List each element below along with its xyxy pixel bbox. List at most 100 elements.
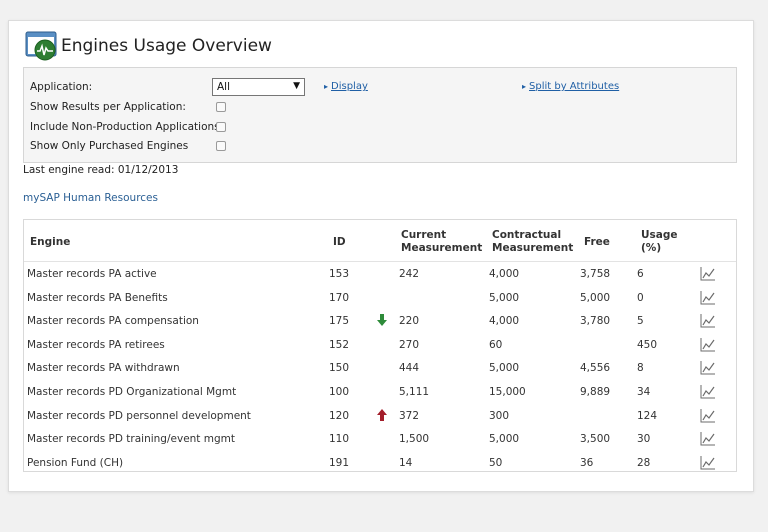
table-row[interactable]: Master records PA Benefits 170 5,000 5,000 0 (24, 286, 736, 310)
main-panel: Engines Usage Overview Application: All … (8, 20, 754, 492)
header-usage[interactable]: Usage (%) (641, 229, 678, 255)
cell-engine: Master records PA retirees (27, 338, 165, 351)
show-results-label: Show Results per Application: (30, 101, 186, 113)
table-row[interactable]: Master records PD training/event mgmt 110… (24, 427, 736, 451)
cell-free: 3,780 (580, 315, 611, 328)
line-chart-icon[interactable] (700, 408, 716, 423)
table-row[interactable]: Master records PA active 153 242 4,000 3,758… (24, 262, 736, 286)
arrow-up-icon (377, 408, 387, 421)
header-contractual-line1: Contractual (492, 229, 562, 241)
application-select[interactable]: All ▼ (212, 78, 305, 96)
cell-id: 110 (329, 433, 350, 446)
page-header: Engines Usage Overview (25, 29, 272, 63)
split-link-label: Split by Attributes (529, 81, 620, 92)
header-current-line1: Current (401, 229, 447, 241)
cell-id: 152 (329, 338, 350, 351)
header-free[interactable]: Free (584, 236, 610, 249)
table-row[interactable]: Master records PA compensation 175 220 4,00… (24, 309, 736, 333)
cell-usage: 6 (637, 268, 644, 280)
cell-contractual: 5,000 (489, 362, 520, 375)
filter-panel: Application: All ▼ ▸ Display ▸ Split by At… (23, 67, 737, 163)
bullet-icon: ▸ (522, 82, 527, 91)
cell-current: 372 (399, 409, 420, 422)
cell-id: 100 (329, 386, 350, 398)
cell-id: 175 (329, 315, 350, 328)
cell-usage: 124 (637, 409, 658, 422)
cell-current: 220 (399, 315, 420, 328)
include-nonprod-label: Include Non-Production Applications (30, 121, 220, 133)
table-row[interactable]: Master records PD Organizational Mgmt 100… (24, 380, 736, 404)
cell-engine: Master records PA withdrawn (27, 362, 180, 375)
cell-usage: 450 (637, 338, 658, 351)
header-current-line2: Measurement (401, 242, 483, 254)
line-chart-icon[interactable] (700, 337, 716, 352)
include-nonprod-checkbox[interactable] (216, 122, 226, 132)
cell-id: 120 (329, 409, 350, 422)
cell-current: 242 (399, 268, 420, 280)
application-select-value: All (217, 81, 231, 93)
cell-contractual: 60 (489, 338, 503, 351)
arrow-down-icon (377, 314, 387, 327)
cell-current: 1,500 (399, 433, 430, 446)
cell-usage: 34 (637, 386, 651, 398)
cell-engine: Master records PA active (27, 268, 157, 280)
group-title-link[interactable]: mySAP Human Resources (23, 192, 158, 204)
line-chart-icon[interactable] (700, 431, 716, 446)
show-purchased-label: Show Only Purchased Engines (30, 140, 189, 152)
cell-contractual: 300 (489, 409, 510, 422)
cell-contractual: 4,000 (489, 315, 520, 328)
cell-contractual: 5,000 (489, 433, 520, 446)
table-header: Engine ID Current Measurement Contractua… (24, 220, 736, 262)
show-results-checkbox[interactable] (216, 102, 226, 112)
cell-free: 36 (580, 456, 594, 469)
cell-current: 5,111 (399, 386, 430, 398)
cell-contractual: 50 (489, 456, 503, 469)
table-row[interactable]: Master records PD personnel development 1… (24, 404, 736, 428)
cell-engine: Pension Fund (CH) (27, 456, 124, 469)
cell-engine: Master records PD personnel development (27, 409, 251, 422)
last-engine-read: Last engine read: 01/12/2013 (23, 164, 179, 176)
split-by-attributes-link[interactable]: ▸ Split by Attributes (522, 81, 619, 92)
cell-usage: 30 (637, 433, 651, 446)
cell-id: 153 (329, 268, 350, 280)
line-chart-icon[interactable] (700, 266, 716, 281)
cell-engine: Master records PA Benefits (27, 291, 168, 304)
table-row[interactable]: Master records PA withdrawn 150 444 5,000 4,… (24, 356, 736, 380)
cell-usage: 8 (637, 362, 644, 375)
header-usage-line1: Usage (641, 229, 678, 241)
cell-id: 191 (329, 456, 350, 469)
header-contractual-line2: Measurement (492, 242, 574, 254)
cell-current: 14 (399, 456, 413, 469)
line-chart-icon[interactable] (700, 313, 716, 328)
cell-engine: Master records PD training/event mgmt (27, 433, 235, 446)
cell-engine: Master records PD Organizational Mgmt (27, 386, 237, 398)
cell-usage: 0 (637, 291, 644, 304)
chevron-down-icon: ▼ (293, 81, 300, 91)
application-label: Application: (30, 81, 93, 93)
cell-free: 3,758 (580, 268, 611, 280)
header-contractual[interactable]: Contractual Measurement (492, 229, 573, 255)
line-chart-icon[interactable] (700, 290, 716, 305)
cell-free: 9,889 (580, 386, 611, 398)
header-id[interactable]: ID (333, 236, 346, 249)
cell-usage: 5 (637, 315, 644, 328)
table-row[interactable]: Pension Fund (CH) 191 14 50 36 28 (24, 451, 736, 475)
header-engine[interactable]: Engine (30, 236, 70, 249)
line-chart-icon[interactable] (700, 360, 716, 375)
cell-free: 5,000 (580, 291, 611, 304)
page-title: Engines Usage Overview (61, 36, 272, 56)
show-purchased-checkbox[interactable] (216, 141, 226, 151)
monitor-chart-icon (25, 31, 57, 61)
line-chart-icon[interactable] (700, 384, 716, 399)
cell-engine: Master records PA compensation (27, 315, 199, 328)
header-current[interactable]: Current Measurement (401, 229, 482, 255)
cell-usage: 28 (637, 456, 651, 469)
display-link[interactable]: ▸ Display (324, 81, 368, 92)
cell-free: 4,556 (580, 362, 611, 375)
engines-table: Engine ID Current Measurement Contractua… (23, 219, 737, 472)
cell-contractual: 15,000 (489, 386, 526, 398)
line-chart-icon[interactable] (700, 455, 716, 470)
table-row[interactable]: Master records PA retirees 152 270 60 450 (24, 333, 736, 357)
cell-id: 170 (329, 291, 350, 304)
cell-current: 270 (399, 338, 420, 351)
